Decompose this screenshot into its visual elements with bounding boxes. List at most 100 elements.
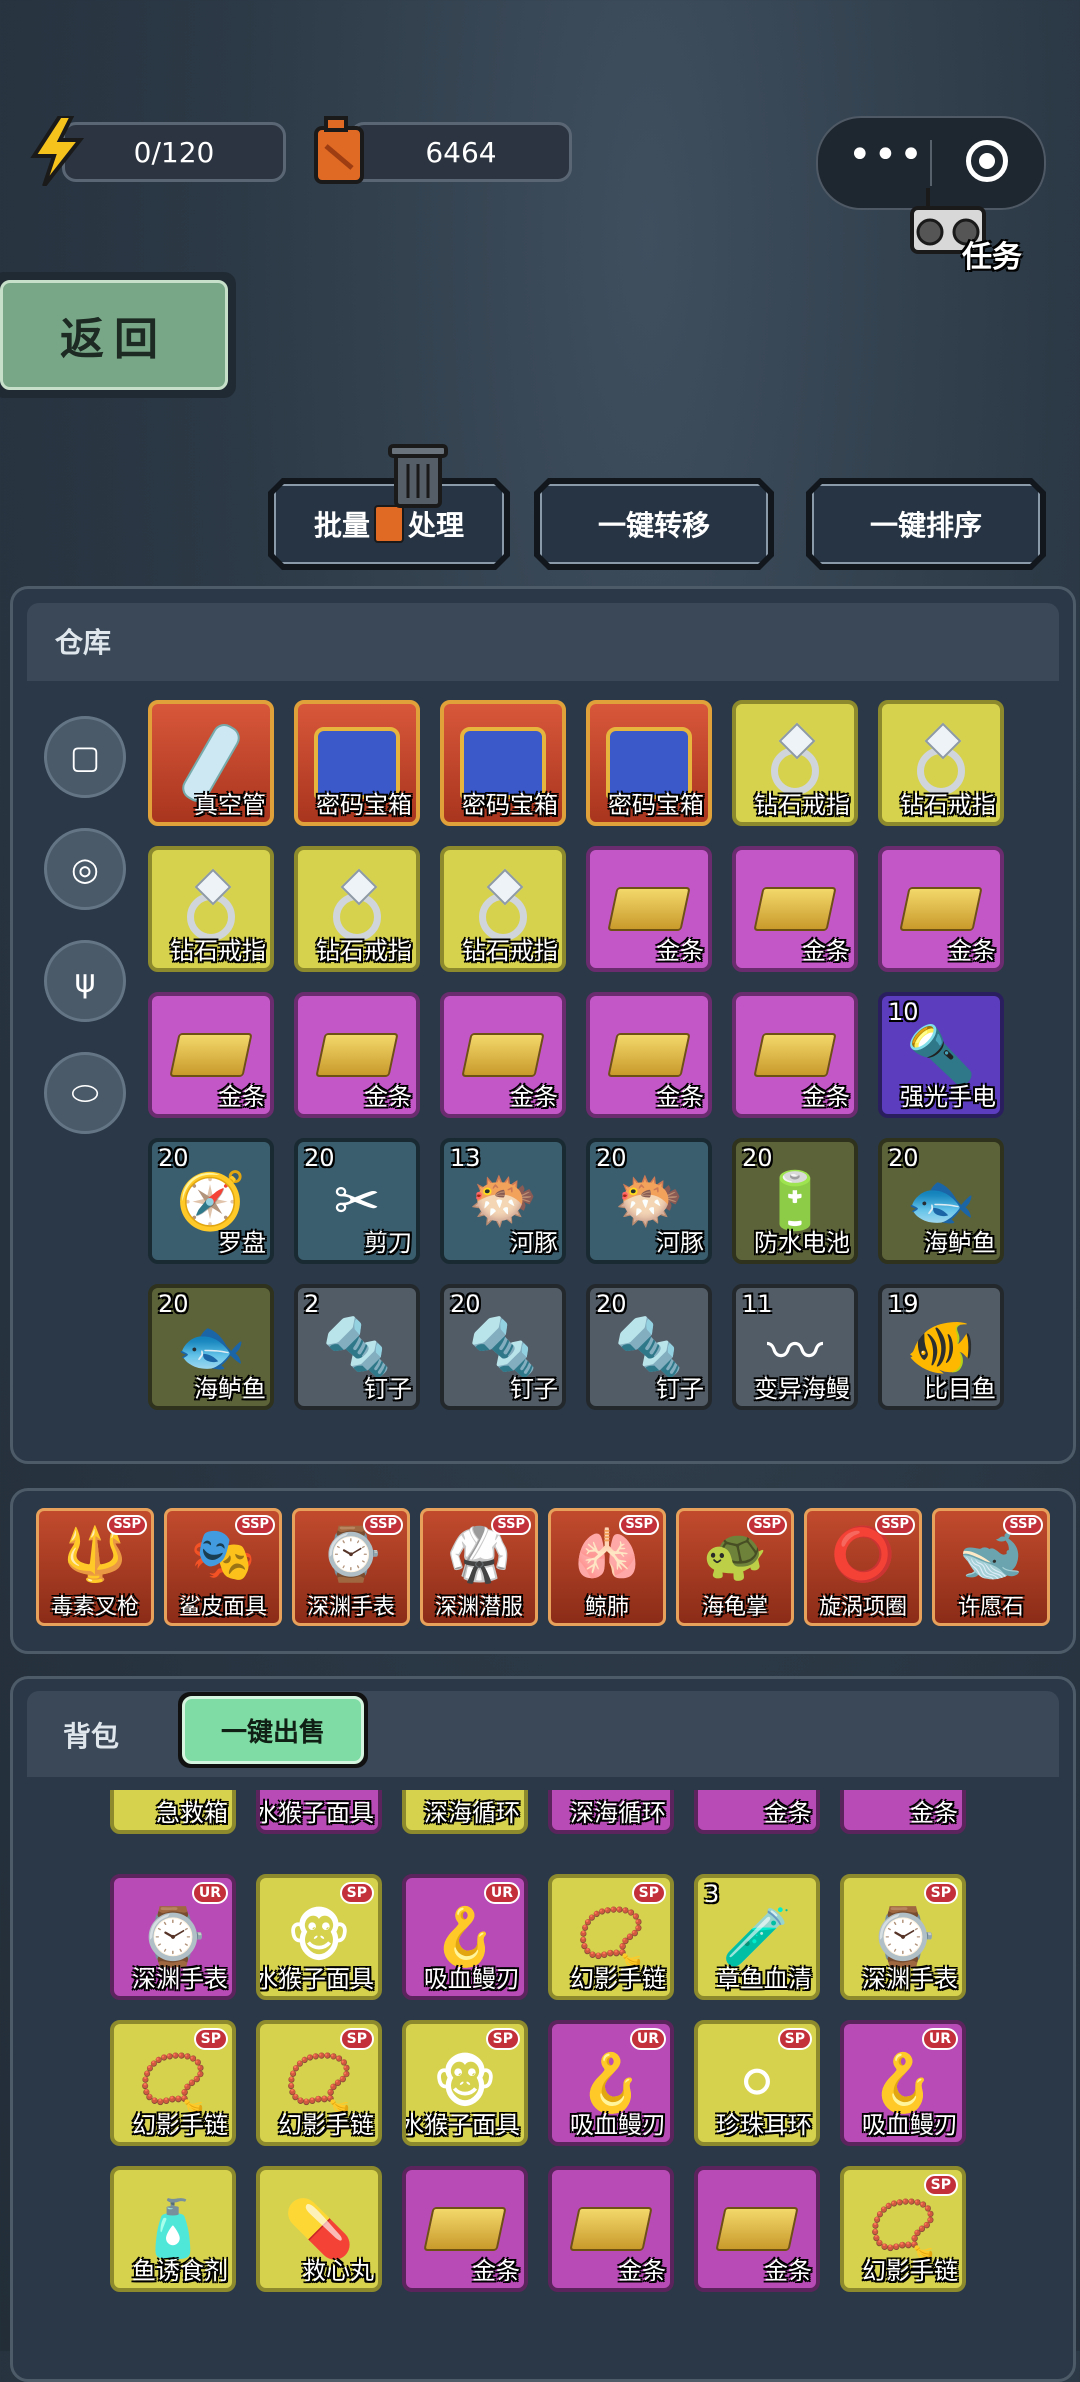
item-slot[interactable]: 金条 xyxy=(586,992,712,1118)
equipped-slot[interactable]: 🥋 SSP 深渊潜服 xyxy=(420,1508,538,1626)
equipped-slot[interactable]: 🐋 SSP 许愿石 xyxy=(932,1508,1050,1626)
item-slot[interactable]: 金条 xyxy=(586,846,712,972)
item-name: 深海循环 xyxy=(424,1799,520,1827)
item-slot[interactable]: 钻石戒指 xyxy=(878,700,1004,826)
item-name: 钉子 xyxy=(510,1375,558,1403)
item-slot[interactable]: 金条 xyxy=(402,2166,528,2292)
filter-food-can-icon[interactable]: ◎ xyxy=(44,828,126,910)
item-count: 3 xyxy=(704,1880,720,1908)
item-slot[interactable]: 深海循环 xyxy=(548,1790,674,1834)
item-slot[interactable]: 密码宝箱 xyxy=(440,700,566,826)
item-slot[interactable]: 🧪 3 章鱼血清 xyxy=(694,1874,820,2000)
equipped-slot[interactable]: ⭕ SSP 旋涡项圈 xyxy=(804,1508,922,1626)
item-slot[interactable]: 钻石戒指 xyxy=(148,846,274,972)
item-slot[interactable]: 金条 xyxy=(694,1790,820,1834)
item-slot[interactable]: 密码宝箱 xyxy=(586,700,712,826)
item-slot[interactable]: 📿 SP 幻影手链 xyxy=(256,2020,382,2146)
more-icon[interactable]: ••• xyxy=(848,132,925,178)
item-slot[interactable]: 金条 xyxy=(840,1790,966,1834)
item-slot[interactable]: ⌚ UR 深渊手表 xyxy=(110,1874,236,2000)
item-slot[interactable]: 🧴 鱼诱食剂 xyxy=(110,2166,236,2292)
rarity-badge: SSP xyxy=(107,1515,147,1535)
task-label: 任务 xyxy=(962,240,1022,275)
item-name: 幻影手链 xyxy=(132,2111,228,2139)
equipped-slot[interactable]: 🫁 SSP 鲸肺 xyxy=(548,1508,666,1626)
item-name: 金条 xyxy=(656,937,704,965)
item-slot[interactable]: 🪝 UR 吸血鳗刃 xyxy=(840,2020,966,2146)
item-name: 强光手电 xyxy=(900,1083,996,1111)
item-slot[interactable]: 金条 xyxy=(732,846,858,972)
back-button[interactable]: 返回 xyxy=(0,272,236,398)
equipped-slot[interactable]: ⌚ SSP 深渊手表 xyxy=(292,1508,410,1626)
transfer-all-button[interactable]: 一键转移 xyxy=(534,478,774,570)
item-name: 金条 xyxy=(764,1799,812,1827)
item-slot[interactable]: 金条 xyxy=(694,2166,820,2292)
item-slot[interactable]: 🐵 SP 水猴子面具 xyxy=(256,1874,382,2000)
item-name: 金条 xyxy=(618,2257,666,2285)
item-slot[interactable]: 🐡 20 河豚 xyxy=(586,1138,712,1264)
item-slot[interactable]: 金条 xyxy=(732,992,858,1118)
item-name: 幻影手链 xyxy=(862,2257,958,2285)
item-slot[interactable]: 🐠 19 比目鱼 xyxy=(878,1284,1004,1410)
item-slot[interactable]: 🔋 20 防水电池 xyxy=(732,1138,858,1264)
item-slot[interactable]: 金条 xyxy=(148,992,274,1118)
item-slot[interactable]: 💊 救心丸 xyxy=(256,2166,382,2292)
item-slot[interactable]: 🔦 10 强光手电 xyxy=(878,992,1004,1118)
item-name: 幻影手链 xyxy=(278,2111,374,2139)
item-slot[interactable]: 密码宝箱 xyxy=(294,700,420,826)
task-button[interactable]: 任务 xyxy=(908,188,1038,278)
close-target-icon[interactable] xyxy=(966,140,1008,182)
equipped-slot[interactable]: 🎭 SSP 鲨皮面具 xyxy=(164,1508,282,1626)
item-slot[interactable]: 🐡 13 河豚 xyxy=(440,1138,566,1264)
backpack-title: 背包 xyxy=(63,1720,120,1753)
item-name: 密码宝箱 xyxy=(462,791,558,819)
item-slot[interactable]: 📿 SP 幻影手链 xyxy=(110,2020,236,2146)
item-name: 金条 xyxy=(910,1799,958,1827)
item-slot[interactable]: 🐟 20 海鲈鱼 xyxy=(878,1138,1004,1264)
item-slot[interactable]: 🔩 20 钉子 xyxy=(586,1284,712,1410)
item-slot[interactable]: 🪝 UR 吸血鳗刃 xyxy=(402,1874,528,2000)
item-name: 金条 xyxy=(364,1083,412,1111)
energy-counter: 0/120 xyxy=(62,122,286,182)
rarity-badge: SP xyxy=(777,2028,812,2050)
item-slot[interactable]: 金条 xyxy=(294,992,420,1118)
sort-all-button[interactable]: 一键排序 xyxy=(806,478,1046,570)
item-slot[interactable]: ✂ 20 剪刀 xyxy=(294,1138,420,1264)
item-slot[interactable]: 🐟 20 海鲈鱼 xyxy=(148,1284,274,1410)
item-slot[interactable]: 🔩 2 钉子 xyxy=(294,1284,420,1410)
item-slot[interactable]: 钻石戒指 xyxy=(440,846,566,972)
sell-all-button[interactable]: 一键出售 xyxy=(178,1692,368,1768)
rarity-badge: SSP xyxy=(491,1515,531,1535)
filter-pill-icon[interactable]: ⬭ xyxy=(44,1052,126,1134)
equipped-slot[interactable]: 🔱 SSP 毒素叉枪 xyxy=(36,1508,154,1626)
item-slot[interactable]: 🪝 UR 吸血鳗刃 xyxy=(548,2020,674,2146)
item-slot[interactable]: 📿 SP 幻影手链 xyxy=(840,2166,966,2292)
item-slot[interactable]: 🐵 SP 水猴子面具 xyxy=(402,2020,528,2146)
equipped-slot[interactable]: 🐢 SSP 海龟掌 xyxy=(676,1508,794,1626)
item-slot[interactable]: 🧭 20 罗盘 xyxy=(148,1138,274,1264)
item-slot[interactable]: 钻石戒指 xyxy=(294,846,420,972)
item-count: 20 xyxy=(596,1144,627,1172)
item-slot[interactable]: 钻石戒指 xyxy=(732,700,858,826)
item-slot[interactable]: 📿 SP 幻影手链 xyxy=(548,1874,674,2000)
filter-materials-icon[interactable]: ▢ xyxy=(44,716,126,798)
item-slot[interactable]: ⌚ SP 深渊手表 xyxy=(840,1874,966,2000)
item-slot[interactable]: 〰 11 变异海鳗 xyxy=(732,1284,858,1410)
item-name: 金条 xyxy=(510,1083,558,1111)
filter-trident-icon[interactable]: ψ xyxy=(44,940,126,1022)
item-slot[interactable]: 深海循环 xyxy=(402,1790,528,1834)
item-slot[interactable]: 🔩 20 钉子 xyxy=(440,1284,566,1410)
item-slot[interactable]: 金条 xyxy=(878,846,1004,972)
fuel-value: 6464 xyxy=(425,135,497,169)
item-slot[interactable]: 金条 xyxy=(440,992,566,1118)
item-slot[interactable]: 急救箱 xyxy=(110,1790,236,1834)
rarity-badge: SSP xyxy=(747,1515,787,1535)
item-slot[interactable]: ⚪ SP 珍珠耳环 xyxy=(694,2020,820,2146)
energy-value: 0/120 xyxy=(133,135,215,169)
rarity-badge: SSP xyxy=(619,1515,659,1535)
backpack-scroll-area[interactable]: 急救箱 水猴子面具 深海循环 深海循环 金条 金条 ⌚ UR 深渊手表 🐵 SP 水猴子面具 🪝 UR 吸血… xyxy=(14,1790,1066,2351)
item-slot[interactable]: 水猴子面具 xyxy=(256,1790,382,1834)
item-slot[interactable]: 金条 xyxy=(548,2166,674,2292)
item-slot[interactable]: 真空管 xyxy=(148,700,274,826)
item-name: 钻石戒指 xyxy=(462,937,558,965)
